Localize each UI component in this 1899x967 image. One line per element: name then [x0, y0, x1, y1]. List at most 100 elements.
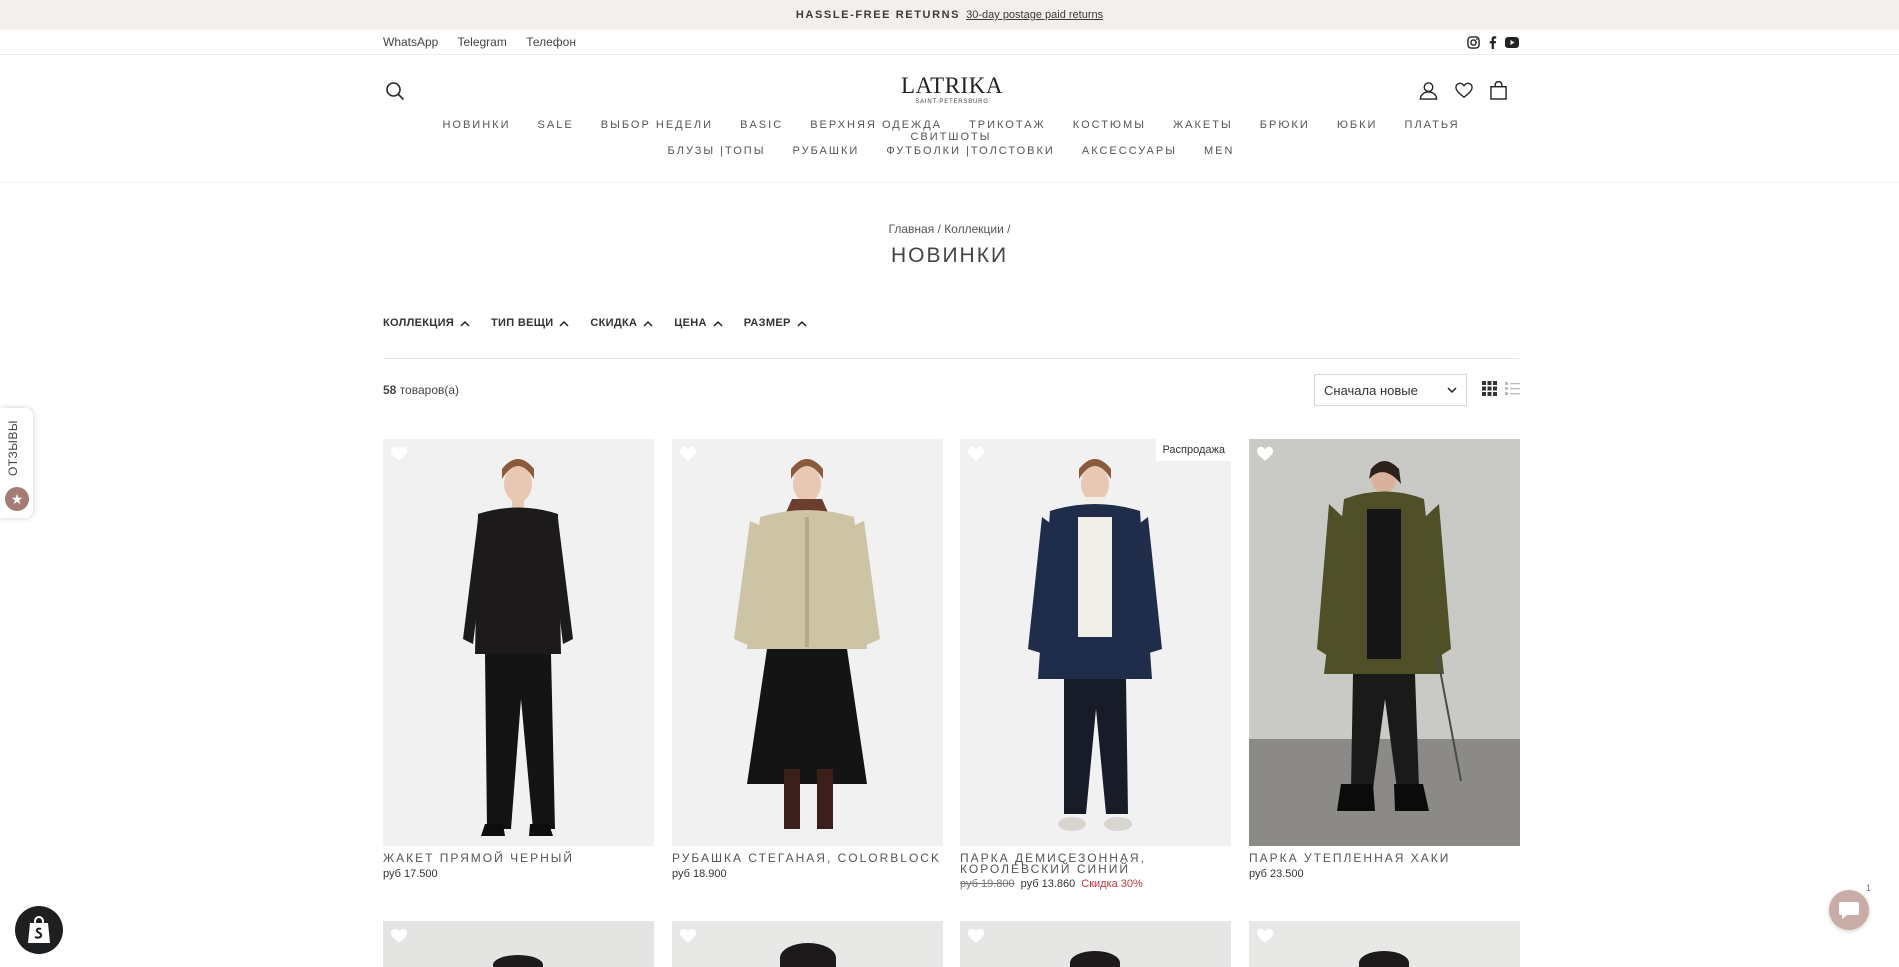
nav-item-outerwear[interactable]: ВЕРХНЯЯ ОДЕЖДА [810, 119, 942, 131]
filter-bar: КОЛЛЕКЦИЯ ТИП ВЕЩИ СКИДКА ЦЕНА РАЗМЕР [383, 317, 807, 329]
product-price: руб 18.900 [672, 868, 727, 880]
chat-badge: 1 [1866, 883, 1872, 893]
cart-bag-icon[interactable] [1490, 81, 1507, 100]
announcement-strong: HASSLE-FREE RETURNS [795, 9, 961, 21]
breadcrumb[interactable]: Главная / Коллекции / [0, 222, 1899, 236]
chevron-up-icon [643, 320, 653, 327]
reviews-tab[interactable]: ОТЗЫВЫ ★ [0, 408, 33, 518]
wishlist-heart-icon[interactable] [1455, 82, 1473, 99]
price: руб 17.500 [383, 868, 438, 880]
whatsapp-link[interactable]: WhatsApp [383, 35, 438, 49]
nav-item-knitwear[interactable]: ТРИКОТАЖ [969, 119, 1046, 131]
model-head-shape [493, 955, 543, 967]
filter-size[interactable]: РАЗМЕР [744, 317, 807, 329]
filter-label: ТИП ВЕЩИ [491, 317, 554, 329]
shopify-bag-button[interactable] [15, 906, 63, 954]
star-icon: ★ [5, 487, 29, 511]
product-image[interactable] [672, 439, 943, 846]
sale-badge: Распродажа [1156, 439, 1231, 461]
product-image[interactable] [960, 439, 1231, 846]
announcement-link[interactable]: 30-day postage paid returns [966, 9, 1103, 21]
contact-links: WhatsApp Telegram Телефон [383, 35, 592, 49]
wishlist-heart-icon[interactable] [679, 446, 697, 462]
nav-item-week-choice[interactable]: ВЫБОР НЕДЕЛИ [601, 119, 713, 131]
product-price: руб 17.500 [383, 868, 438, 880]
nav-item-novinki[interactable]: НОВИНКИ [442, 119, 510, 131]
nav-item-sale[interactable]: SALE [538, 119, 574, 131]
chevron-up-icon [713, 320, 723, 327]
social-links [1467, 35, 1519, 49]
chevron-up-icon [797, 320, 807, 327]
account-icon[interactable] [1419, 81, 1438, 100]
phone-link[interactable]: Телефон [526, 35, 576, 49]
product-image[interactable] [1249, 439, 1520, 846]
utility-bar: WhatsApp Telegram Телефон [383, 30, 1519, 54]
nav-item-jackets[interactable]: ЖАКЕТЫ [1173, 119, 1233, 131]
nav-item-trousers[interactable]: БРЮКИ [1260, 119, 1310, 131]
nav-item-basic[interactable]: BASIC [740, 119, 783, 131]
filter-label: ЦЕНА [674, 317, 707, 329]
product-image-next-row[interactable] [383, 921, 654, 967]
page-title: НОВИНКИ [890, 244, 1009, 267]
product-name[interactable]: РУБАШКА СТЕГАНАЯ, COLORBLOCK [672, 852, 943, 864]
product-name[interactable]: ПАРКА УТЕПЛЕННАЯ ХАКИ [1249, 852, 1520, 864]
wishlist-heart-icon[interactable] [390, 446, 408, 462]
filter-collection[interactable]: КОЛЛЕКЦИЯ [383, 317, 470, 329]
nav-item-sweatshirts[interactable]: СВИТШОТЫ [910, 131, 991, 143]
price: руб 18.900 [672, 868, 727, 880]
nav-item-shirts[interactable]: РУБАШКИ [793, 145, 860, 157]
nav-item-tshirts[interactable]: ФУТБОЛКИ |ТОЛСТОВКИ [886, 145, 1054, 157]
sort-select[interactable]: Сначала новые [1314, 374, 1467, 406]
wishlist-heart-icon[interactable] [1256, 928, 1274, 944]
product-price: руб 23.500 [1249, 868, 1304, 880]
product-price: руб 19.800 руб 13.860 Скидка 30% [960, 878, 1143, 890]
nav-item-blouses[interactable]: БЛУЗЫ |ТОПЫ [668, 145, 766, 157]
nav-item-men[interactable]: MEN [1204, 145, 1234, 157]
wishlist-heart-icon[interactable] [390, 928, 408, 944]
header-divider [0, 182, 1899, 183]
filter-discount[interactable]: СКИДКА [590, 317, 653, 329]
wishlist-heart-icon[interactable] [967, 446, 985, 462]
old-price: руб 19.800 [960, 878, 1015, 890]
util-divider [0, 54, 1899, 55]
announcement-bar: HASSLE-FREE RETURNS 30-day postage paid … [0, 0, 1899, 30]
chevron-up-icon [460, 320, 470, 327]
filter-divider [383, 358, 1519, 359]
chevron-down-icon [1447, 386, 1457, 393]
wishlist-heart-icon[interactable] [1256, 446, 1274, 462]
chevron-up-icon [559, 320, 569, 327]
filter-label: РАЗМЕР [743, 317, 791, 329]
reviews-tab-label: ОТЗЫВЫ [6, 420, 20, 477]
grid-view-icon[interactable] [1482, 381, 1497, 396]
price: руб 23.500 [1249, 868, 1304, 880]
nav-item-accessories[interactable]: АКСЕССУАРЫ [1082, 145, 1177, 157]
discount-label: Скидка 30% [1081, 878, 1143, 890]
youtube-icon[interactable] [1505, 36, 1519, 48]
product-count-suffix: товаров(а) [396, 383, 460, 397]
facebook-icon[interactable] [1488, 35, 1497, 49]
header-icons [1419, 81, 1507, 100]
filter-item-type[interactable]: ТИП ВЕЩИ [491, 317, 569, 329]
product-image-next-row[interactable] [960, 921, 1231, 967]
nav-item-suits[interactable]: КОСТЮМЫ [1073, 119, 1146, 131]
sort-selected: Сначала новые [1324, 382, 1418, 398]
instagram-icon[interactable] [1467, 35, 1480, 49]
site-logo[interactable]: LATRIKA SAINT-PETERSBURG [900, 74, 1004, 106]
product-count-number: 58 [383, 383, 397, 397]
product-name[interactable]: ПАРКА ДЕМИСЕЗОННАЯ, КОРОЛЕВСКИЙ СИНИЙ [960, 852, 1231, 875]
nav-item-skirts[interactable]: ЮБКИ [1337, 119, 1378, 131]
list-view-icon[interactable] [1505, 381, 1520, 396]
product-image[interactable] [383, 439, 654, 846]
product-image-next-row[interactable] [672, 921, 943, 967]
wishlist-heart-icon[interactable] [967, 928, 985, 944]
wishlist-heart-icon[interactable] [679, 928, 697, 944]
search-icon[interactable] [385, 81, 405, 101]
nav-item-dresses[interactable]: ПЛАТЬЯ [1405, 119, 1460, 131]
telegram-link[interactable]: Telegram [457, 35, 506, 49]
product-name[interactable]: ЖАКЕТ ПРЯМОЙ ЧЕРНЫЙ [383, 852, 654, 864]
view-toggle [1482, 381, 1520, 396]
product-image-next-row[interactable] [1249, 921, 1520, 967]
chat-button[interactable] [1829, 890, 1869, 930]
model-head-shape [1070, 951, 1120, 967]
filter-price[interactable]: ЦЕНА [674, 317, 723, 329]
